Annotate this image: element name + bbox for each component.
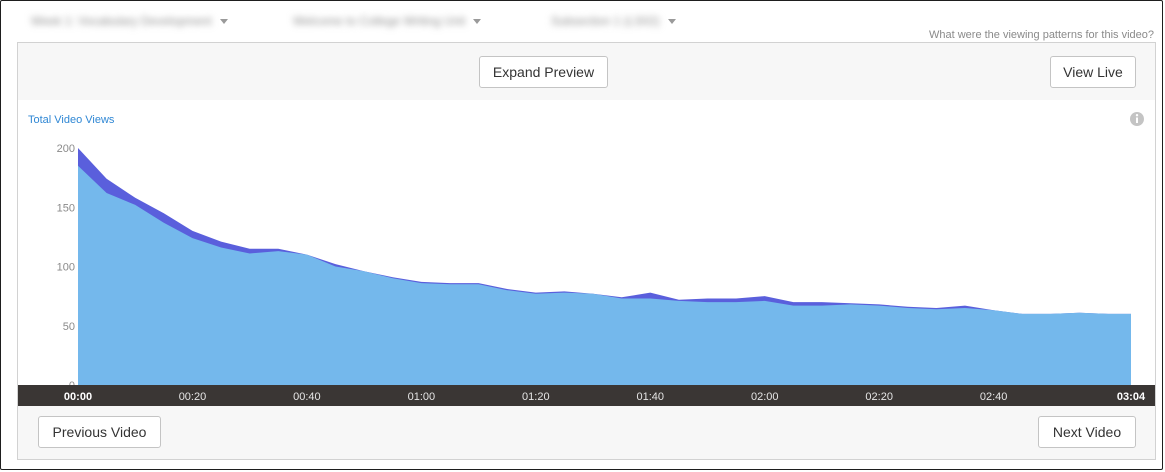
y-tick-label: 200 [57, 143, 75, 155]
caret-down-icon [667, 18, 676, 24]
panel-footer: Previous Video Next Video [18, 406, 1155, 459]
y-tick-label: 100 [57, 262, 75, 274]
breadcrumb-subsection-label: Welcome to College Writing Unit [293, 14, 466, 28]
breadcrumb-subsection-dropdown[interactable]: Welcome to College Writing Unit [293, 11, 482, 31]
chart-title: Total Video Views [28, 114, 115, 126]
breadcrumb-unit-label: Subsection 1 (LS02) [551, 14, 660, 28]
app-frame: Week 1: Vocabulary Development Welcome t… [0, 0, 1163, 470]
breadcrumb-section-dropdown[interactable]: Week 1: Vocabulary Development [31, 11, 228, 31]
caret-down-icon [473, 18, 482, 24]
info-circle-icon[interactable] [1130, 112, 1144, 126]
panel-toolbar: Expand Preview View Live [18, 43, 1155, 101]
x-tick-label: 01:20 [522, 391, 550, 403]
x-tick-label: 02:20 [865, 391, 893, 403]
caret-down-icon [219, 18, 228, 24]
series-area [78, 165, 1131, 385]
video-panel: Expand Preview View Live Total Video Vie… [17, 42, 1156, 460]
view-live-button[interactable]: View Live [1050, 56, 1136, 88]
breadcrumb-unit-dropdown[interactable]: Subsection 1 (LS02) [551, 11, 676, 31]
x-tick-label: 01:00 [408, 391, 436, 403]
question-text: What were the viewing patterns for this … [928, 29, 1154, 41]
x-tick-label: 01:40 [637, 391, 665, 403]
expand-preview-button[interactable]: Expand Preview [479, 56, 608, 88]
x-tick-label: 00:20 [179, 391, 207, 403]
x-tick-label: 00:40 [293, 391, 321, 403]
y-tick-label: 50 [63, 321, 75, 333]
x-tick-label: 00:00 [64, 391, 92, 403]
next-video-button[interactable]: Next Video [1038, 416, 1136, 448]
x-tick-label: 02:40 [980, 391, 1008, 403]
x-tick-label: 02:00 [751, 391, 779, 403]
previous-video-button[interactable]: Previous Video [38, 416, 161, 448]
views-chart: Total Video Views 050100150200 00:0000:2… [18, 112, 1155, 406]
chart-area: Total Video Views 050100150200 00:0000:2… [18, 100, 1155, 406]
breadcrumb-section-label: Week 1: Vocabulary Development [31, 14, 212, 28]
y-tick-label: 150 [57, 202, 75, 214]
x-tick-label: 03:04 [1117, 391, 1146, 403]
